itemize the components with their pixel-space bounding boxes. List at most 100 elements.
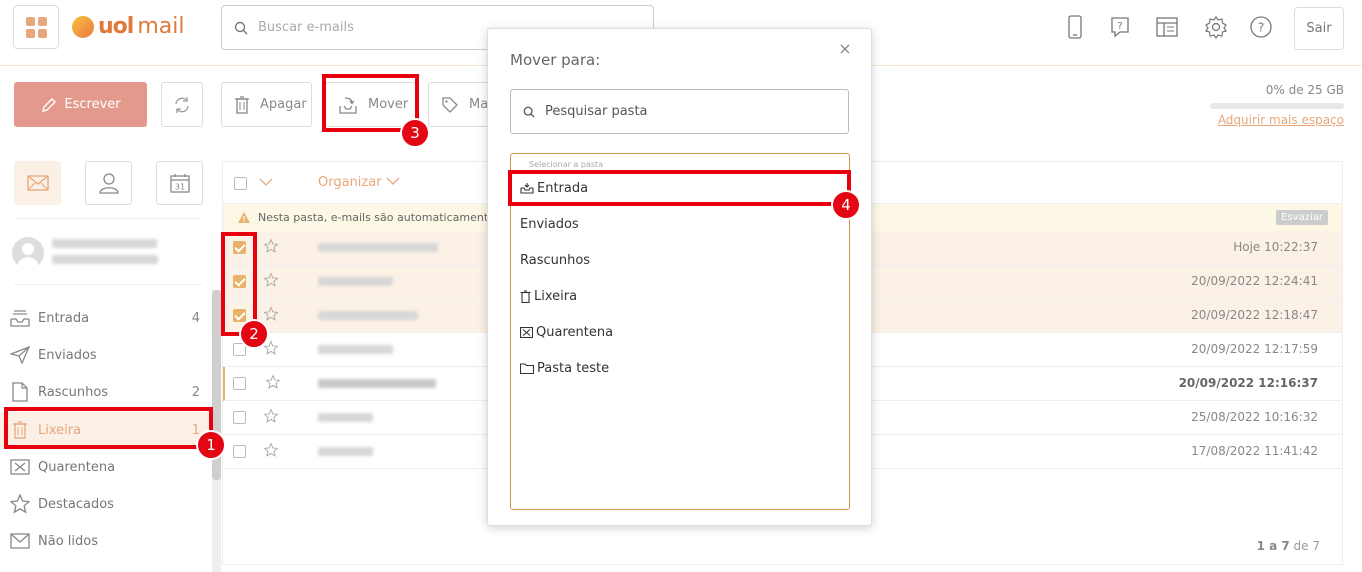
folder-search-box [510, 89, 849, 134]
avatar[interactable] [12, 237, 44, 269]
folder-select-list: Selecionar a pasta Entrada Enviados Rasc… [510, 153, 850, 510]
row-date: 17/08/2022 11:41:42 [1191, 444, 1318, 458]
row-checkbox[interactable] [233, 377, 246, 390]
inbox-icon [10, 308, 30, 328]
storage-info: 0% de 25 GB Adquirir mais espaço [1204, 83, 1344, 127]
refresh-icon [175, 96, 189, 113]
sidebar-item-label: Não lidos [38, 533, 98, 549]
folder-option-lixeira[interactable]: Lixeira [520, 284, 577, 308]
buy-space-link[interactable]: Adquirir mais espaço [1204, 113, 1344, 127]
annotation-badge-3: 3 [400, 118, 430, 148]
annotation-box-entrada [508, 170, 851, 206]
row-date: 20/09/2022 12:17:59 [1191, 342, 1318, 356]
chevron-down-icon[interactable] [259, 178, 273, 187]
delete-button[interactable]: Apagar [221, 82, 312, 127]
sidebar-item-nao-lidos[interactable]: Não lidos [0, 523, 212, 559]
sender-redacted [318, 311, 418, 320]
star-icon[interactable] [265, 374, 281, 390]
star-icon[interactable] [263, 238, 279, 254]
sidebar-item-quarentena[interactable]: Quarentena [0, 449, 212, 485]
gear-icon[interactable] [1203, 14, 1229, 40]
trash-icon [235, 95, 249, 114]
folder-option-label: Pasta teste [537, 360, 610, 376]
compose-label: Escrever [64, 97, 121, 112]
logo-mail-text: mail [137, 14, 185, 39]
layout-settings-icon[interactable] [1154, 14, 1180, 40]
compose-button[interactable]: Escrever [14, 82, 147, 127]
select-all-checkbox[interactable] [234, 177, 247, 190]
apps-menu-button[interactable] [13, 5, 59, 49]
folder-search-input[interactable] [545, 104, 825, 119]
annotation-badge-4: 4 [831, 190, 861, 220]
grid-icon [25, 16, 47, 38]
sender-redacted [318, 379, 436, 388]
sidebar-item-label: Entrada [38, 310, 90, 326]
search-icon [523, 106, 535, 118]
help-center-icon[interactable]: ? [1107, 14, 1133, 40]
annotation-box-lixeira [4, 407, 213, 449]
move-to-dialog: Mover para: × Selecionar a pasta Entrada… [487, 28, 872, 526]
row-checkbox[interactable] [233, 445, 246, 458]
logout-button[interactable]: Sair [1294, 7, 1344, 50]
sidebar-item-label: Enviados [38, 347, 97, 363]
sidebar-item-entrada[interactable]: Entrada 4 [0, 300, 212, 336]
uol-mail-logo[interactable]: uol mail [72, 14, 184, 39]
row-checkbox[interactable] [233, 411, 246, 424]
tab-calendar[interactable]: 31 [156, 161, 203, 205]
sender-redacted [318, 277, 393, 286]
annotation-badge-1: 1 [196, 430, 226, 460]
folder-option-pasta-teste[interactable]: Pasta teste [520, 356, 609, 380]
svg-text:31: 31 [174, 183, 184, 192]
help-icon[interactable]: ? [1248, 14, 1274, 40]
logo-circle-icon [72, 15, 94, 38]
delete-label: Apagar [260, 97, 307, 112]
folder-select-label: Selecionar a pasta [529, 160, 604, 169]
warning-icon [238, 212, 250, 223]
folder-option-quarentena[interactable]: Quarentena [520, 320, 613, 344]
document-icon [10, 382, 30, 402]
quarantine-icon [520, 326, 533, 338]
tag-icon [442, 96, 458, 113]
sidebar-item-rascunhos[interactable]: Rascunhos 2 [0, 374, 212, 410]
pencil-icon [42, 97, 57, 112]
dialog-title: Mover para: [510, 51, 601, 69]
sidebar-item-enviados[interactable]: Enviados [0, 337, 212, 373]
row-date: 20/09/2022 12:16:37 [1178, 376, 1318, 390]
sidebar-divider [14, 218, 202, 219]
close-icon[interactable]: × [837, 39, 853, 58]
pagination-total: de 7 [1293, 539, 1320, 553]
folder-option-label: Rascunhos [520, 252, 591, 268]
sidebar-divider [14, 284, 202, 285]
star-icon[interactable] [263, 408, 279, 424]
star-icon [10, 494, 30, 514]
sort-dropdown[interactable]: Organizar [318, 175, 400, 190]
sender-redacted [318, 447, 373, 456]
annotation-badge-2: 2 [239, 319, 269, 349]
folder-option-rascunhos[interactable]: Rascunhos [520, 248, 590, 272]
tab-mail[interactable] [14, 161, 61, 205]
star-icon[interactable] [263, 272, 279, 288]
sender-redacted [318, 243, 438, 252]
sort-label: Organizar [318, 175, 382, 190]
refresh-button[interactable] [161, 82, 203, 127]
warning-text: Nesta pasta, e-mails são automaticamente… [258, 211, 518, 224]
star-icon[interactable] [263, 442, 279, 458]
sidebar-item-destacados[interactable]: Destacados [0, 486, 212, 522]
svg-text:?: ? [1117, 21, 1122, 32]
logo-uol-text: uol [98, 14, 134, 39]
unread-count: 2 [191, 384, 200, 400]
pagination-range: 1 a 7 [1256, 539, 1290, 553]
star-icon[interactable] [263, 306, 279, 322]
calendar-icon: 31 [169, 174, 190, 193]
tab-contacts[interactable] [85, 161, 132, 205]
folder-option-label: Enviados [520, 216, 579, 232]
sender-redacted [318, 345, 393, 354]
empty-trash-button[interactable]: Esvaziar [1276, 210, 1328, 225]
envelope-icon [26, 175, 49, 191]
sidebar-item-label: Quarentena [38, 459, 116, 475]
folder-option-enviados[interactable]: Enviados [520, 212, 579, 236]
mobile-phone-icon[interactable] [1062, 14, 1088, 40]
chevron-down-icon [386, 177, 400, 185]
row-date: 20/09/2022 12:18:47 [1191, 308, 1318, 322]
unread-count: 4 [191, 310, 200, 326]
